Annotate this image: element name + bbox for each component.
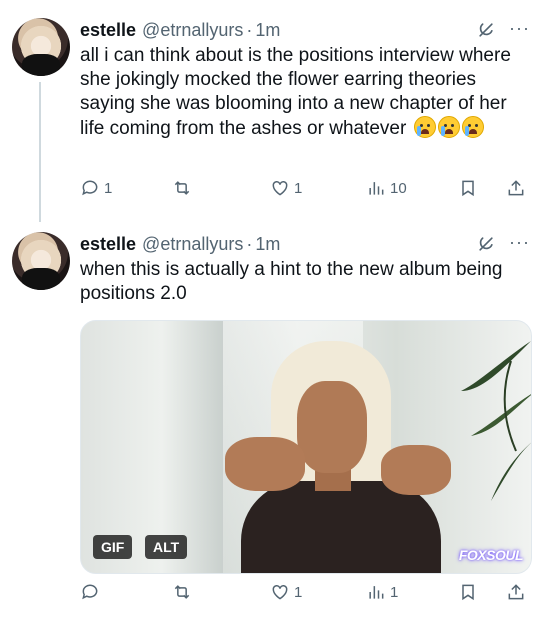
bookmark-icon: [462, 584, 474, 601]
tweet-text: when this is actually a hint to the new …: [80, 259, 503, 304]
more-icon[interactable]: ···: [509, 18, 530, 38]
share-icon: [508, 584, 524, 600]
tweet-content: estelle @etrnallyurs · 1m ··· all i can …: [80, 18, 530, 141]
reply-icon: [82, 180, 98, 196]
like-count: 1: [294, 179, 303, 197]
gif-person: [225, 341, 451, 573]
retweet-icon: [174, 585, 190, 599]
reply-icon: [82, 584, 98, 600]
share-icon: [508, 180, 524, 196]
loudly-crying-face-icon: [413, 116, 436, 138]
retweet-icon: [174, 181, 190, 195]
retweet-button[interactable]: [172, 176, 196, 200]
bookmark-icon: [462, 180, 474, 197]
bookmark-button[interactable]: [458, 176, 478, 200]
loudly-crying-face-icon: [437, 116, 460, 138]
bookmark-button[interactable]: [458, 580, 478, 604]
grok-icon[interactable]: [476, 20, 496, 40]
tweet-actions: 1 1: [80, 580, 530, 604]
reply-button[interactable]: [80, 580, 104, 604]
author-name[interactable]: estelle: [80, 18, 136, 42]
plant-leaves: [461, 341, 531, 501]
alt-badge[interactable]: ALT: [145, 535, 188, 559]
tweet-header: estelle @etrnallyurs · 1m ···: [80, 18, 530, 42]
tweet-header: estelle @etrnallyurs · 1m ···: [80, 232, 530, 256]
author-handle[interactable]: @etrnallyurs: [142, 18, 243, 42]
like-button[interactable]: 1: [270, 580, 302, 604]
tweet-1[interactable]: estelle @etrnallyurs · 1m ··· all i can …: [0, 0, 544, 222]
share-button[interactable]: [506, 176, 526, 200]
avatar[interactable]: [12, 232, 70, 290]
foxsoul-watermark: FOXSOUL: [458, 547, 524, 563]
views-icon: [369, 586, 384, 599]
avatar[interactable]: [12, 18, 70, 76]
gif-media[interactable]: GIF ALT FOXSOUL: [80, 320, 532, 574]
heart-icon: [272, 180, 288, 196]
like-count: 1: [294, 583, 303, 601]
share-button[interactable]: [506, 580, 526, 604]
reply-button[interactable]: 1: [80, 176, 112, 200]
views-icon: [369, 182, 384, 195]
tweet-text: all i can think about is the positions i…: [80, 44, 520, 141]
timestamp[interactable]: 1m: [255, 232, 280, 256]
tweet-actions: 1 1 10: [80, 176, 530, 200]
tweet-2[interactable]: estelle @etrnallyurs · 1m ··· when this …: [0, 222, 544, 628]
separator-dot: ·: [246, 20, 253, 40]
retweet-button[interactable]: [172, 580, 196, 604]
tweet-content: estelle @etrnallyurs · 1m ··· when this …: [80, 232, 530, 306]
grok-icon[interactable]: [476, 234, 496, 254]
author-name[interactable]: estelle: [80, 232, 136, 256]
views-button[interactable]: 1: [366, 580, 398, 604]
more-icon[interactable]: ···: [509, 232, 530, 252]
heart-icon: [272, 584, 288, 600]
timestamp[interactable]: 1m: [255, 18, 280, 42]
like-button[interactable]: 1: [270, 176, 302, 200]
views-count: 1: [390, 583, 399, 601]
views-count: 10: [390, 179, 407, 197]
gif-badge[interactable]: GIF: [93, 535, 133, 559]
reply-count: 1: [104, 179, 113, 197]
views-button[interactable]: 10: [366, 176, 407, 200]
author-handle[interactable]: @etrnallyurs: [142, 232, 243, 256]
separator-dot: ·: [246, 234, 253, 254]
loudly-crying-face-icon: [461, 116, 484, 138]
